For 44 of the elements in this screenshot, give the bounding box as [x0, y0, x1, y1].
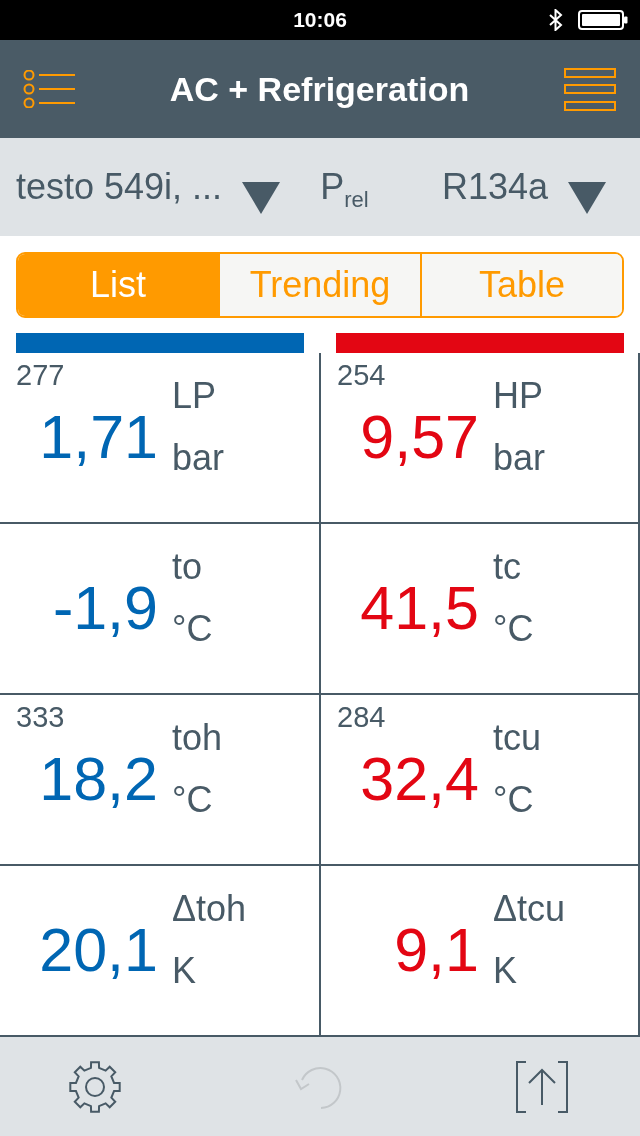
- reading-name: Δtcu: [493, 887, 566, 931]
- reading-unit: K: [172, 949, 196, 993]
- reading-name: LP: [172, 374, 217, 418]
- pressure-mode-label: P$_{rel}$: [320, 166, 369, 208]
- reading-unit: °C: [493, 778, 534, 822]
- refrigerant-dropdown[interactable]: R134a: [441, 160, 606, 214]
- reading-unit: bar: [172, 436, 225, 480]
- reading-value: 18,2: [39, 748, 158, 810]
- status-time: 10:06: [293, 8, 347, 32]
- share-icon[interactable]: [516, 1060, 568, 1113]
- reading-value: 9,1: [394, 919, 479, 981]
- reading-value: 1,71: [39, 406, 158, 468]
- view-tab[interactable]: Trending: [218, 254, 420, 316]
- app-title: AC + Refrigeration: [169, 69, 470, 109]
- reading-name: to: [172, 545, 203, 589]
- reading-unit: °C: [172, 607, 213, 651]
- reading-unit: bar: [493, 436, 546, 480]
- reading-unit: K: [493, 949, 517, 993]
- caret-icon: [242, 182, 281, 214]
- view-tab[interactable]: Table: [420, 254, 622, 316]
- reading-unit: °C: [172, 778, 213, 822]
- reading-value: -1,9: [52, 577, 158, 639]
- reading-name: Δtoh: [172, 887, 247, 931]
- reading-unit: °C: [493, 607, 534, 651]
- sensor-id: 333: [16, 702, 65, 732]
- reading-value: 32,4: [360, 748, 479, 810]
- sensor-id: 254: [337, 360, 386, 390]
- reading-value: 9,57: [360, 406, 479, 468]
- reading-name: HP: [493, 374, 543, 418]
- battery-icon: [578, 10, 628, 30]
- probe-dropdown[interactable]: testo 549i, ...: [16, 160, 281, 214]
- bluetooth-icon: [548, 9, 564, 31]
- reading-value: 20,1: [39, 919, 158, 981]
- view-tab[interactable]: List: [18, 254, 218, 316]
- menu-icon[interactable]: [564, 67, 616, 111]
- reading-name: toh: [172, 716, 223, 760]
- reading-name: tcu: [493, 716, 542, 760]
- caret-icon: [568, 182, 606, 214]
- sensor-id: 284: [337, 702, 386, 732]
- reading-name: tc: [493, 545, 521, 589]
- settings-icon[interactable]: [69, 1060, 121, 1113]
- sensor-id: 277: [16, 360, 65, 390]
- list-icon[interactable]: [23, 70, 75, 108]
- reading-value: 41,5: [360, 577, 479, 639]
